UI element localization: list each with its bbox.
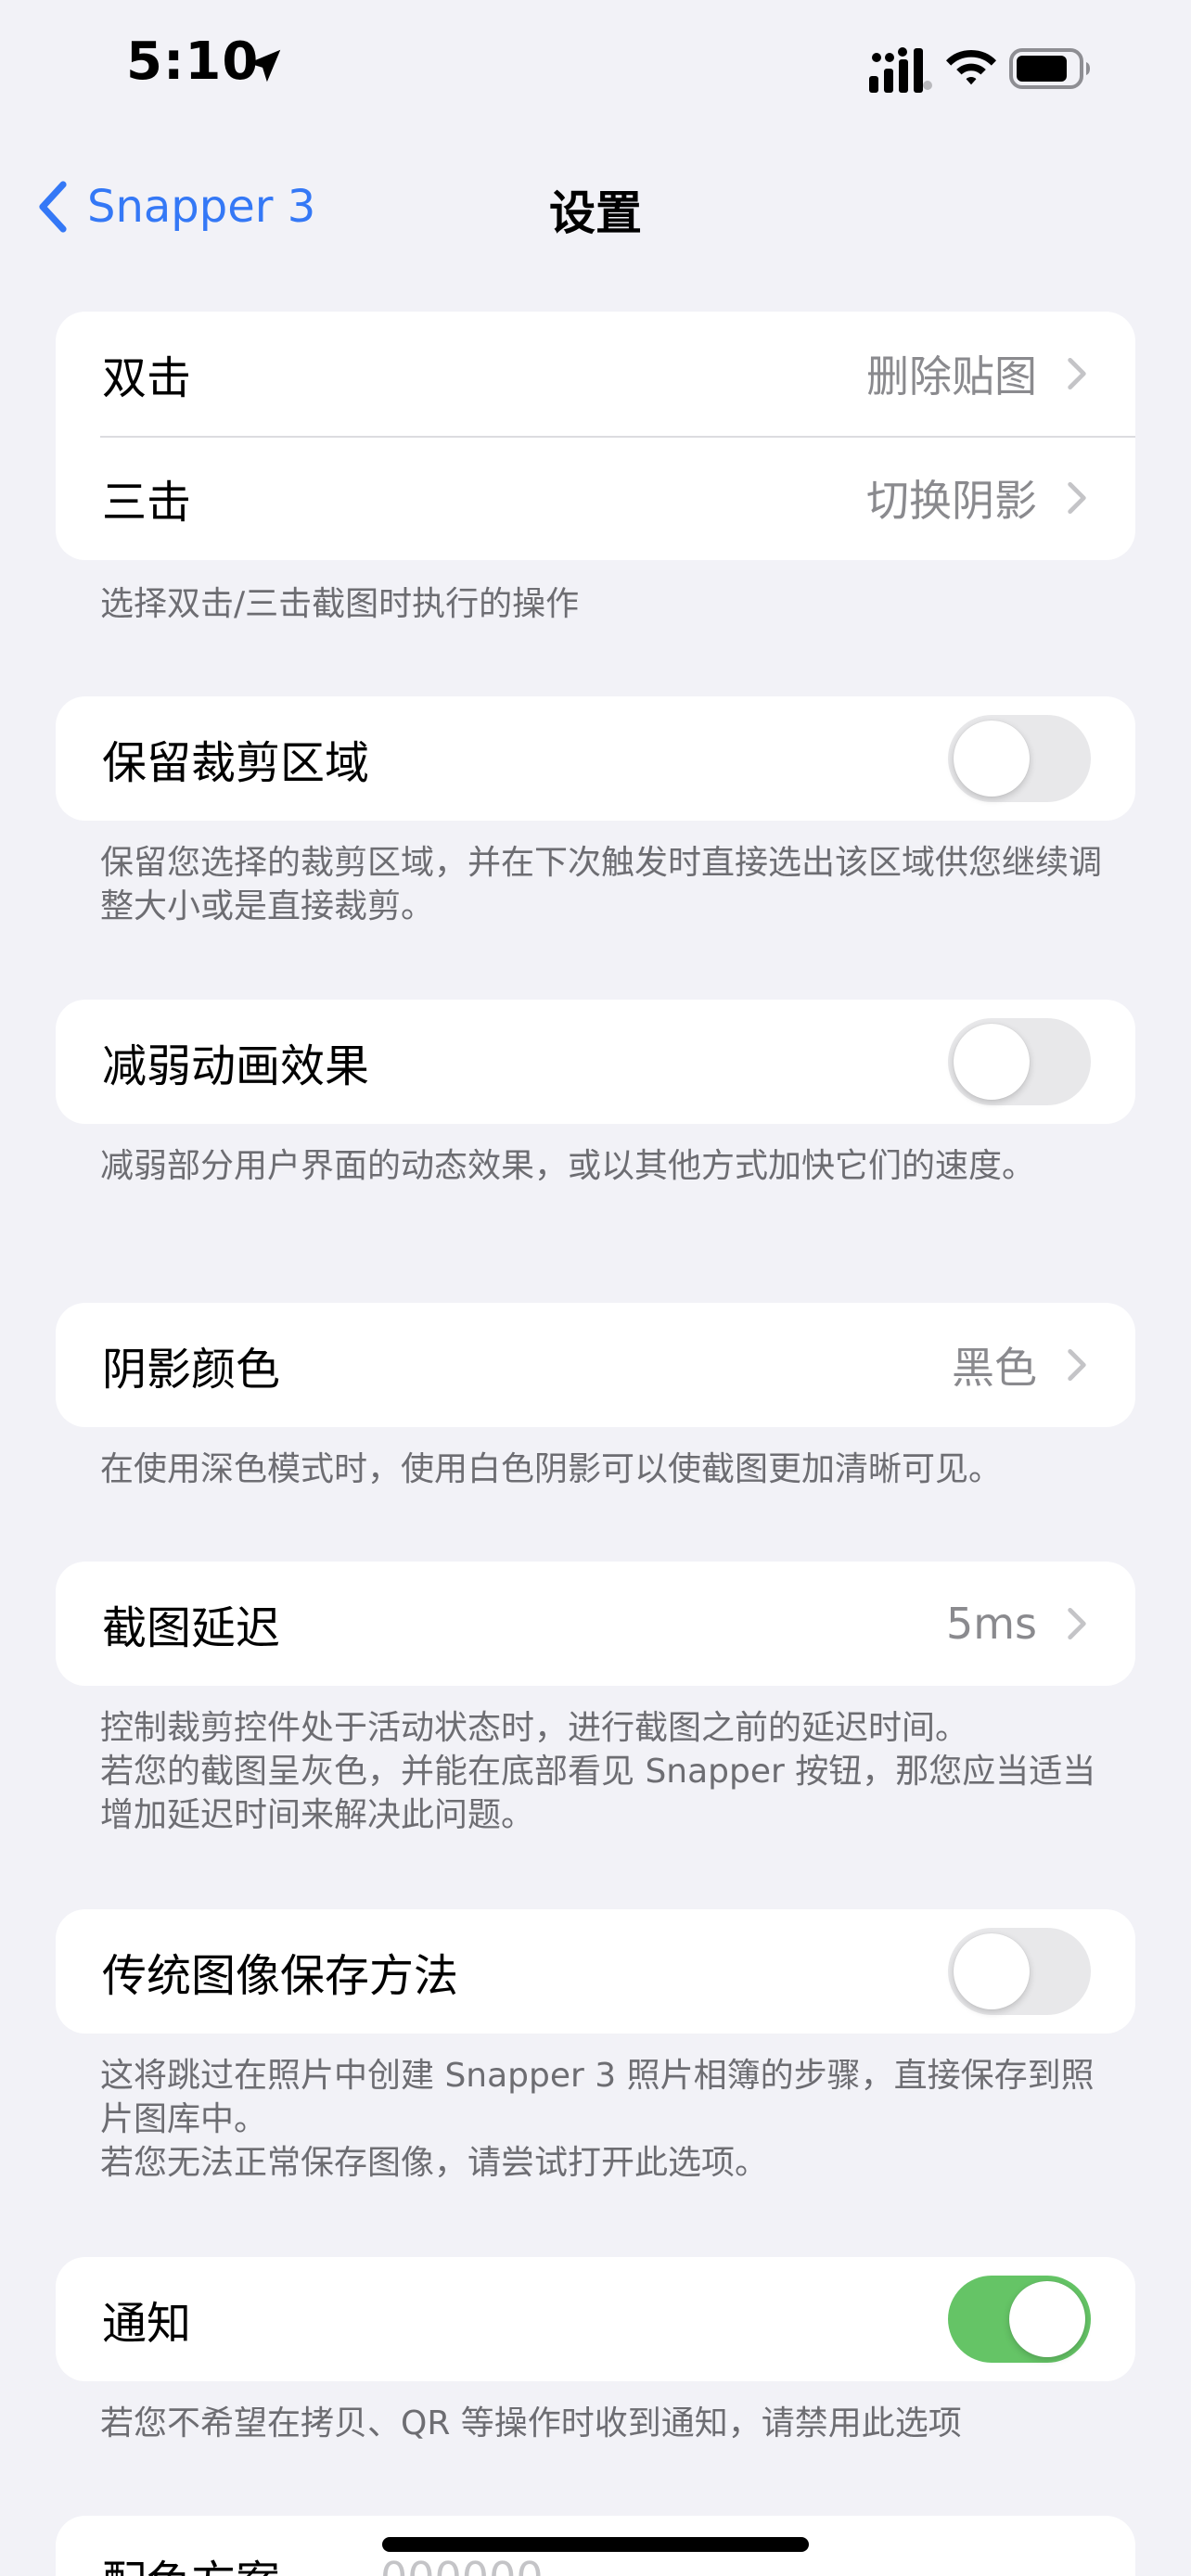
chevron-right-icon <box>1068 481 1086 515</box>
legacy-save-group: 传统图像保存方法 <box>56 1909 1135 2034</box>
notifications-footer: 若您不希望在拷贝、QR 等操作时收到通知，请禁用此选项 <box>100 2404 962 2442</box>
legacy-save-toggle[interactable] <box>948 1928 1091 2015</box>
screenshot-delay-label: 截图延迟 <box>102 1602 281 1654</box>
notifications-label: 通知 <box>102 2298 192 2350</box>
screenshot-delay-row[interactable]: 截图延迟 5ms <box>56 1562 1135 1686</box>
home-indicator[interactable] <box>382 2537 809 2552</box>
legacy-save-footer-line2: 若您无法正常保存图像，请尝试打开此选项。 <box>100 2144 769 2182</box>
notifications-group: 通知 <box>56 2257 1135 2381</box>
legacy-save-footer-line1: 这将跳过在照片中创建 Snapper 3 照片相簿的步骤，直接保存到照片图库中。 <box>100 2057 1095 2138</box>
double-tap-label: 双击 <box>102 352 192 404</box>
status-time: 5:10 <box>126 32 260 92</box>
triple-tap-label: 三击 <box>102 477 192 529</box>
shadow-color-value: 黑色 <box>952 1343 1037 1393</box>
reduce-motion-row: 减弱动画效果 <box>56 1000 1135 1124</box>
reduce-motion-toggle[interactable] <box>948 1018 1091 1105</box>
toggle-knob <box>954 1933 1030 2009</box>
keep-crop-footer: 保留您选择的裁剪区域，并在下次触发时直接选出该区域供您继续调整大小或是直接裁剪。 <box>100 844 1103 925</box>
location-arrow-icon <box>248 49 281 83</box>
tap-actions-group: 双击 删除贴图 三击 切换阴影 <box>56 312 1135 560</box>
shadow-color-group: 阴影颜色 黑色 <box>56 1303 1135 1427</box>
shadow-color-row[interactable]: 阴影颜色 黑色 <box>56 1303 1135 1427</box>
triple-tap-value: 切换阴影 <box>866 476 1037 526</box>
color-scheme-label: 配色方案 <box>102 2545 380 2576</box>
keep-crop-toggle[interactable] <box>948 715 1091 802</box>
double-tap-row[interactable]: 双击 删除贴图 <box>56 312 1135 436</box>
chevron-right-icon <box>1068 357 1086 390</box>
battery-icon <box>1009 48 1090 89</box>
toggle-knob <box>954 1024 1030 1100</box>
reduce-motion-label: 减弱动画效果 <box>102 1040 370 1092</box>
keep-crop-row: 保留裁剪区域 <box>56 696 1135 821</box>
reduce-motion-footer: 减弱部分用户界面的动态效果，或以其他方式加快它们的速度。 <box>100 1147 1036 1185</box>
page-title: 设置 <box>549 186 642 240</box>
notifications-row: 通知 <box>56 2257 1135 2381</box>
keep-crop-label: 保留裁剪区域 <box>102 737 370 789</box>
keep-crop-group: 保留裁剪区域 <box>56 696 1135 821</box>
screenshot-delay-footer: 控制裁剪控件处于活动状态时，进行截图之前的延迟时间。 若您的截图呈灰色，并能在底… <box>100 1706 1102 1837</box>
legacy-save-footer: 这将跳过在照片中创建 Snapper 3 照片相簿的步骤，直接保存到照片图库中。… <box>100 2054 1102 2185</box>
triple-tap-row[interactable]: 三击 切换阴影 <box>56 436 1135 560</box>
chevron-right-icon <box>1068 1348 1086 1382</box>
legacy-save-label: 传统图像保存方法 <box>102 1950 459 2002</box>
toggle-knob <box>1009 2281 1085 2357</box>
notifications-toggle[interactable] <box>948 2276 1091 2363</box>
wifi-icon <box>946 50 996 85</box>
screenshot-delay-footer-line2: 若您的截图呈灰色，并能在底部看见 Snapper 按钮，那您应当适当增加延迟时间… <box>100 1753 1096 1834</box>
screenshot-delay-group: 截图延迟 5ms <box>56 1562 1135 1686</box>
shadow-color-label: 阴影颜色 <box>102 1344 281 1396</box>
screenshot-delay-value: 5ms <box>945 1599 1037 1649</box>
double-tap-value: 删除贴图 <box>866 351 1037 402</box>
color-scheme-value: 000000 <box>380 2553 544 2576</box>
shadow-color-footer: 在使用深色模式时，使用白色阴影可以使截图更加清晰可见。 <box>100 1450 1003 1488</box>
reduce-motion-group: 减弱动画效果 <box>56 1000 1135 1124</box>
tap-actions-footer: 选择双击/三击截图时执行的操作 <box>100 585 580 623</box>
legacy-save-row: 传统图像保存方法 <box>56 1909 1135 2034</box>
cellular-signal-icon <box>869 47 932 93</box>
toggle-knob <box>954 721 1030 797</box>
chevron-right-icon <box>1068 1607 1086 1640</box>
screenshot-delay-footer-line1: 控制裁剪控件处于活动状态时，进行截图之前的延迟时间。 <box>100 1709 969 1747</box>
